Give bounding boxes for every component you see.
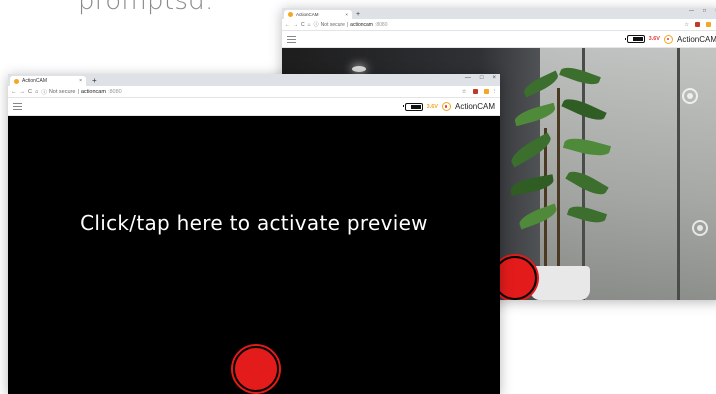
app-toolbar: 3.6V ActionCAM [8, 98, 500, 116]
tab-title: ActionCAM [22, 78, 48, 84]
close-window-button[interactable]: × [492, 74, 496, 83]
extension-icon[interactable] [695, 22, 700, 27]
reload-icon[interactable]: C [301, 22, 305, 28]
camera-control-icon[interactable] [692, 220, 708, 236]
battery-voltage: 3.6V [648, 36, 660, 42]
hamburger-menu-icon[interactable] [13, 103, 22, 110]
maximize-button[interactable]: □ [480, 74, 484, 83]
camera-preview-placeholder[interactable]: Click/tap here to activate preview [8, 116, 500, 394]
url-input[interactable]: ⓘ Not secure | actioncam:8080 [313, 21, 682, 29]
battery-icon [402, 102, 423, 111]
favicon-icon [288, 12, 293, 17]
url-input[interactable]: ⓘ Not secure | actioncam:8080 [41, 88, 458, 96]
tab-close-icon[interactable]: × [79, 78, 82, 84]
app-name: ActionCAM [676, 34, 716, 44]
forward-arrow-icon[interactable]: → [293, 22, 298, 28]
forward-arrow-icon[interactable]: → [20, 89, 26, 95]
url-host: actioncam [80, 88, 106, 95]
extension-icon[interactable] [483, 89, 489, 94]
browser-window-inactive-preview: ActionCAM × + — □ × ← → C ⌂ ⓘ Not secure… [8, 74, 500, 394]
url-host: actioncam [350, 21, 373, 28]
url-separator: | [77, 88, 79, 95]
back-arrow-icon[interactable]: ← [285, 22, 290, 28]
page-heading: promptsd. [78, 0, 214, 16]
window-controls: — □ × [465, 74, 496, 83]
new-tab-button[interactable]: + [92, 76, 97, 86]
status-area: 3.6V ActionCAM [402, 102, 495, 111]
info-icon: ⓘ [313, 22, 319, 28]
home-icon[interactable]: ⌂ [35, 89, 38, 95]
record-button[interactable] [233, 346, 279, 392]
favicon-icon [14, 78, 19, 84]
address-bar-row: ← → C ⌂ ⓘ Not secure | actioncam:8080 ☆ … [282, 19, 716, 31]
browser-tab[interactable]: ActionCAM × [284, 10, 352, 19]
actioncam-logo-icon [441, 102, 451, 111]
camera-control-icon[interactable] [682, 88, 698, 104]
url-port: :8080 [107, 88, 122, 95]
security-label: Not secure [320, 21, 345, 28]
battery-voltage: 3.6V [426, 103, 438, 110]
battery-icon [624, 35, 645, 43]
bookmark-star-icon[interactable]: ☆ [462, 89, 467, 95]
url-separator: | [346, 21, 349, 28]
minimize-button[interactable]: — [689, 8, 694, 15]
hamburger-menu-icon[interactable] [287, 35, 296, 43]
actioncam-logo-icon [663, 34, 673, 44]
url-port: :8080 [374, 21, 388, 28]
security-label: Not secure [48, 88, 76, 95]
status-area: 3.6V ActionCAM [624, 34, 716, 44]
minimize-button[interactable]: — [465, 74, 471, 83]
back-arrow-icon[interactable]: ← [11, 89, 17, 95]
new-tab-button[interactable]: + [356, 10, 360, 19]
activate-preview-prompt[interactable]: Click/tap here to activate preview [8, 211, 500, 235]
reload-icon[interactable]: C [28, 89, 32, 95]
maximize-button[interactable]: □ [703, 8, 706, 15]
tab-close-icon[interactable]: × [345, 12, 348, 17]
window-controls: — □ × [689, 8, 716, 15]
browser-menu-icon[interactable]: ⋮ [492, 89, 498, 95]
address-bar-row: ← → C ⌂ ⓘ Not secure | actioncam:8080 ☆ … [8, 86, 500, 98]
info-icon: ⓘ [41, 89, 47, 96]
tab-strip: ActionCAM × + — □ × [8, 74, 500, 86]
app-name: ActionCAM [454, 102, 495, 111]
bookmark-star-icon[interactable]: ☆ [685, 22, 689, 28]
home-icon[interactable]: ⌂ [308, 22, 311, 28]
extension-icon[interactable] [472, 89, 478, 94]
browser-tab[interactable]: ActionCAM × [10, 76, 86, 86]
app-toolbar: 3.6V ActionCAM [282, 31, 716, 48]
tab-strip: ActionCAM × + — □ × [282, 8, 716, 19]
extension-icon[interactable] [706, 22, 711, 27]
tab-title: ActionCAM [296, 12, 319, 17]
